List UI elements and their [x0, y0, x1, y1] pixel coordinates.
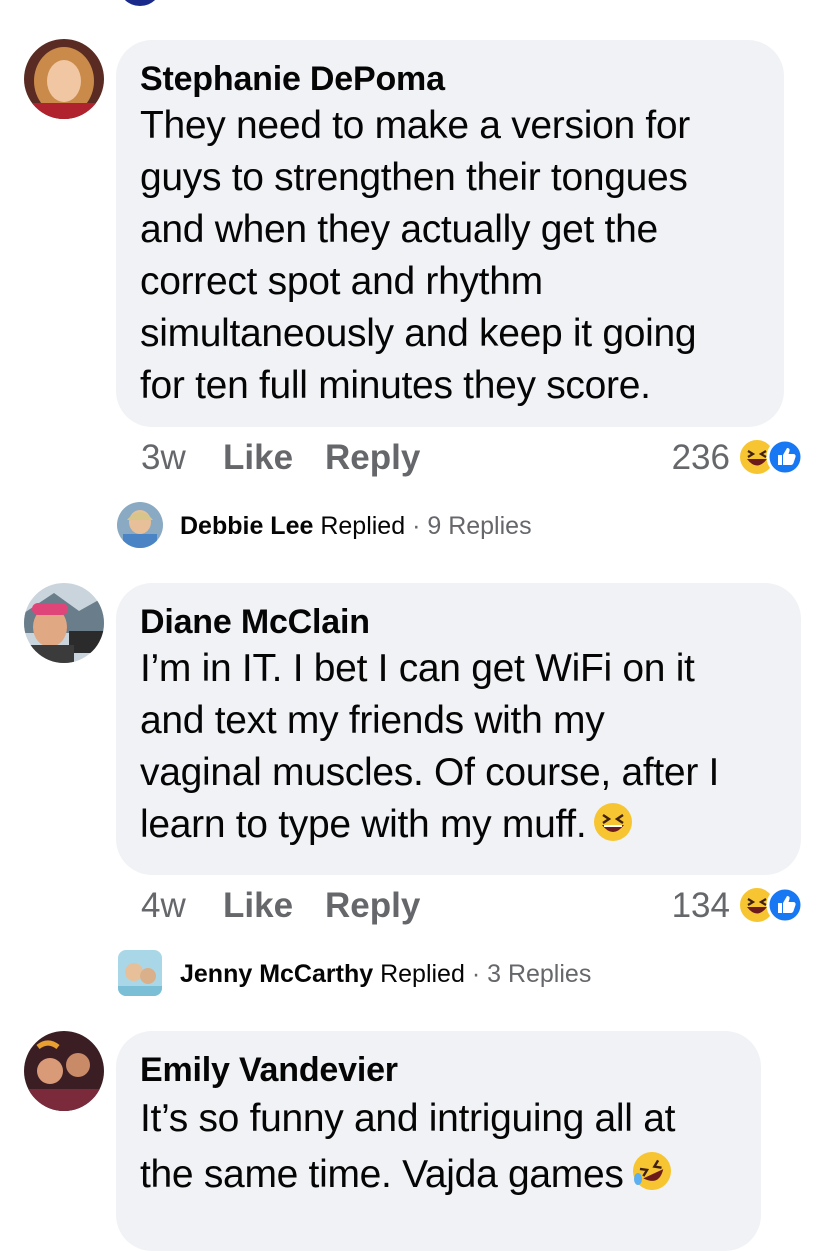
- reply-button[interactable]: Reply: [325, 437, 420, 479]
- comment-line: and when they actually get the: [140, 208, 658, 251]
- comment-line: vaginal muscles. Of course, after I: [140, 751, 720, 794]
- like-button[interactable]: Like: [223, 437, 293, 479]
- comment-bubble: Stephanie DePoma They need to make a ver…: [116, 40, 784, 427]
- reply-avatar[interactable]: [117, 502, 163, 548]
- comment-bubble: Emily Vandevier It’s so funny and intrig…: [116, 1031, 761, 1251]
- replies-link[interactable]: Debbie Lee Replied · 9 Replies: [180, 510, 532, 542]
- replies-link[interactable]: Jenny McCarthy Replied · 3 Replies: [180, 958, 591, 990]
- replied-label: Replied: [380, 960, 465, 988]
- comment-line: for ten full minutes they score.: [140, 364, 651, 407]
- reply-author: Debbie Lee: [180, 512, 314, 540]
- replies-count: 9 Replies: [427, 512, 532, 540]
- replied-label: Replied: [320, 512, 406, 540]
- comment-line: They need to make a version for: [140, 104, 690, 147]
- comment-line: It’s so funny and intriguing all at: [140, 1097, 676, 1140]
- comment-text: I’m in IT. I bet I can get WiFi on it an…: [140, 643, 777, 857]
- comment-bubble: Diane McClain I’m in IT. I bet I can get…: [116, 583, 801, 875]
- reaction-count[interactable]: 236: [640, 437, 730, 479]
- reply-button[interactable]: Reply: [325, 885, 420, 927]
- comment-line-text: learn to type with my muff.: [140, 803, 587, 846]
- comment-line-text: the same time. Vajda games: [140, 1153, 624, 1196]
- comment-text: It’s so funny and intriguing all at the …: [140, 1091, 737, 1209]
- rofl-emoji: [630, 1149, 674, 1209]
- commenter-avatar[interactable]: [24, 583, 104, 663]
- reply-author: Jenny McCarthy: [180, 960, 374, 988]
- replies-count: 3 Replies: [487, 960, 592, 988]
- comment-text: They need to make a version for guys to …: [140, 100, 760, 412]
- reply-label: Reply: [325, 438, 421, 477]
- reply-avatar[interactable]: [118, 950, 162, 996]
- comment-line: I’m in IT. I bet I can get WiFi on it: [140, 647, 695, 690]
- like-label: Like: [223, 438, 294, 477]
- like-button[interactable]: Like: [223, 885, 293, 927]
- like-icon[interactable]: [766, 886, 804, 929]
- reply-label: Reply: [325, 886, 421, 925]
- comment-timestamp: 4w: [141, 886, 186, 925]
- separator-dot: ·: [471, 960, 481, 988]
- comment-timestamp: 3w: [141, 438, 186, 477]
- comment-line: the same time. Vajda games: [140, 1147, 737, 1209]
- like-icon[interactable]: [766, 438, 804, 481]
- comment-line: guys to strengthen their tongues: [140, 156, 688, 199]
- comment-line: learn to type with my muff.: [140, 799, 777, 857]
- reaction-count[interactable]: 134: [640, 885, 730, 927]
- commenter-avatar[interactable]: [24, 1031, 104, 1111]
- comment-author[interactable]: Diane McClain: [140, 601, 777, 643]
- like-label: Like: [223, 886, 294, 925]
- previous-comment-avatar[interactable]: [118, 0, 162, 6]
- comment-author[interactable]: Stephanie DePoma: [140, 58, 760, 100]
- separator-dot: ·: [412, 512, 421, 540]
- commenter-avatar[interactable]: [24, 39, 104, 119]
- comment-line: simultaneously and keep it going: [140, 312, 697, 355]
- laughing-emoji: [592, 801, 634, 857]
- comment-line: correct spot and rhythm: [140, 260, 543, 303]
- comment-author[interactable]: Emily Vandevier: [140, 1049, 737, 1091]
- comment-line: and text my friends with my: [140, 699, 605, 742]
